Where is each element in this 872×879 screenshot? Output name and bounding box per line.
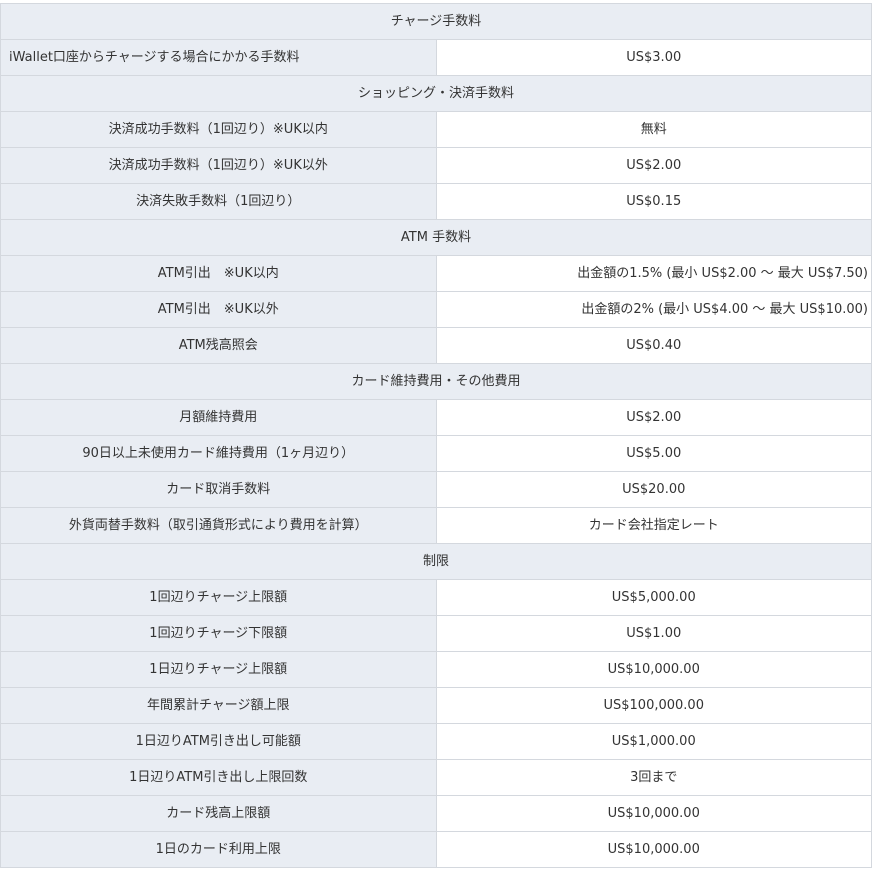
table-row: 1回辺りチャージ上限額 US$5,000.00 [0,579,872,616]
table-row: 1回辺りチャージ下限額 US$1.00 [0,615,872,652]
section-title: チャージ手数料 [0,3,872,40]
section-title: 制限 [0,543,872,580]
row-value: US$0.15 [435,183,872,220]
row-label: 90日以上未使用カード維持費用（1ヶ月辺り） [0,435,437,472]
row-label: 1日のカード利用上限 [0,831,437,868]
table-row: ATM引出 ※UK以外 出金額の2% (最小 US$4.00 ～ 最大 US$1… [0,291,872,328]
row-value: カード会社指定レート [435,507,872,544]
fee-table-body: チャージ手数料 iWallet口座からチャージする場合にかかる手数料 US$3.… [0,3,872,868]
row-label: ATM残高照会 [0,327,437,364]
section-title: ショッピング・決済手数料 [0,75,872,112]
table-row: ATM残高照会 US$0.40 [0,327,872,364]
row-value: US$5.00 [435,435,872,472]
row-label: 年間累計チャージ額上限 [0,687,437,724]
row-value: US$0.40 [435,327,872,364]
row-value: 無料 [435,111,872,148]
row-label: ATM引出 ※UK以外 [0,291,437,328]
row-value: 出金額の1.5% (最小 US$2.00 ～ 最大 US$7.50) [435,255,872,292]
table-row: 1日辺りATM引き出し可能額 US$1,000.00 [0,723,872,760]
table-row: 年間累計チャージ額上限 US$100,000.00 [0,687,872,724]
table-row: 外貨両替手数料（取引通貨形式により費用を計算） カード会社指定レート [0,507,872,544]
row-value: US$20.00 [435,471,872,508]
table-row: 決済成功手数料（1回辺り）※UK以外 US$2.00 [0,147,872,184]
row-value: 3回まで [435,759,872,796]
row-label: 月額維持費用 [0,399,437,436]
table-row: 決済失敗手数料（1回辺り） US$0.15 [0,183,872,220]
row-label: 1日辺りATM引き出し可能額 [0,723,437,760]
table-row: 1日辺りチャージ上限額 US$10,000.00 [0,651,872,688]
table-row: 90日以上未使用カード維持費用（1ヶ月辺り） US$5.00 [0,435,872,472]
row-value: US$10,000.00 [435,651,872,688]
row-value: US$5,000.00 [435,579,872,616]
row-label: カード残高上限額 [0,795,437,832]
section-title: カード維持費用・その他費用 [0,363,872,400]
row-label: iWallet口座からチャージする場合にかかる手数料 [0,39,437,76]
section-header-shopping-fees: ショッピング・決済手数料 [0,75,872,112]
row-value: US$10,000.00 [435,831,872,868]
row-label: 1回辺りチャージ上限額 [0,579,437,616]
row-value: US$2.00 [435,399,872,436]
table-row: カード取消手数料 US$20.00 [0,471,872,508]
fee-table: チャージ手数料 iWallet口座からチャージする場合にかかる手数料 US$3.… [0,3,872,868]
row-label: 外貨両替手数料（取引通貨形式により費用を計算） [0,507,437,544]
row-label: 決済成功手数料（1回辺り）※UK以内 [0,111,437,148]
row-label: カード取消手数料 [0,471,437,508]
row-value: US$3.00 [435,39,872,76]
table-row: iWallet口座からチャージする場合にかかる手数料 US$3.00 [0,39,872,76]
row-label: 決済失敗手数料（1回辺り） [0,183,437,220]
row-value: US$1.00 [435,615,872,652]
table-row: 1日のカード利用上限 US$10,000.00 [0,831,872,868]
row-label: 決済成功手数料（1回辺り）※UK以外 [0,147,437,184]
row-value: US$10,000.00 [435,795,872,832]
table-row: 決済成功手数料（1回辺り）※UK以内 無料 [0,111,872,148]
table-row: 1日辺りATM引き出し上限回数 3回まで [0,759,872,796]
row-label: 1日辺りチャージ上限額 [0,651,437,688]
table-row: ATM引出 ※UK以内 出金額の1.5% (最小 US$2.00 ～ 最大 US… [0,255,872,292]
section-header-limits: 制限 [0,543,872,580]
table-row: カード残高上限額 US$10,000.00 [0,795,872,832]
row-value: 出金額の2% (最小 US$4.00 ～ 最大 US$10.00) [435,291,872,328]
row-value: US$1,000.00 [435,723,872,760]
row-label: 1回辺りチャージ下限額 [0,615,437,652]
row-label: ATM引出 ※UK以内 [0,255,437,292]
section-header-maintenance-fees: カード維持費用・その他費用 [0,363,872,400]
row-value: US$100,000.00 [435,687,872,724]
row-value: US$2.00 [435,147,872,184]
section-header-atm-fees: ATM 手数料 [0,219,872,256]
row-label: 1日辺りATM引き出し上限回数 [0,759,437,796]
section-header-charge-fees: チャージ手数料 [0,3,872,40]
section-title: ATM 手数料 [0,219,872,256]
table-row: 月額維持費用 US$2.00 [0,399,872,436]
